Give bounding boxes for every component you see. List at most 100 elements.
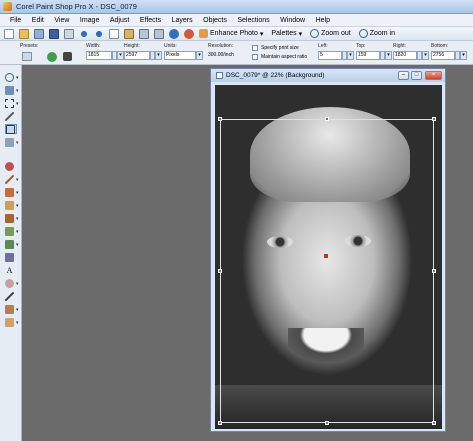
dropper-tool[interactable] (5, 112, 17, 122)
menu-file[interactable]: File (10, 17, 21, 24)
resolution-value: 300.00/inch (208, 52, 234, 58)
menu-effects[interactable]: Effects (140, 17, 161, 24)
crop-handle-top-left[interactable] (218, 117, 222, 121)
right-dropdown[interactable]: ▾ (422, 51, 429, 60)
eraser-tool[interactable]: ▾ (5, 240, 19, 250)
paint-brush-tool[interactable]: ▾ (5, 175, 19, 185)
menu-selections[interactable]: Selections (237, 17, 269, 24)
save-icon[interactable] (49, 28, 59, 39)
left-label: Left: (318, 43, 328, 49)
top-dropdown[interactable]: ▾ (385, 51, 392, 60)
zoom-out-button[interactable]: Zoom out (310, 29, 351, 38)
eraser-icon (5, 240, 14, 249)
palettes-button[interactable]: Palettes ▾ (271, 30, 302, 38)
copy-icon[interactable] (109, 28, 119, 39)
crop-handle-bottom-left[interactable] (218, 421, 222, 425)
smudge-tool[interactable] (5, 253, 17, 263)
picture-tube-tool[interactable]: ▾ (5, 318, 19, 328)
straighten-tool[interactable]: ▾ (5, 138, 19, 148)
crop-handle-left[interactable] (218, 269, 222, 273)
crop-handle-top[interactable] (325, 117, 329, 121)
resize-icon[interactable] (154, 28, 164, 39)
selection-tool[interactable]: ▾ (5, 99, 19, 109)
top-input[interactable]: 159 (356, 51, 380, 60)
menu-bar: File Edit View Image Adjust Effects Laye… (0, 14, 473, 27)
height-dropdown[interactable]: ▾ (155, 51, 162, 60)
airbrush-tool[interactable]: ▾ (5, 188, 19, 198)
width-input[interactable]: 1815 (86, 51, 112, 60)
preset-shape-tool[interactable]: ▾ (5, 279, 19, 289)
width-dropdown[interactable]: ▾ (117, 51, 124, 60)
crop-handle-bottom[interactable] (325, 421, 329, 425)
units-dropdown[interactable]: ▾ (196, 51, 203, 60)
browse-icon[interactable] (34, 28, 44, 39)
document-title: DSC_0079* @ 22% (Background) (226, 72, 325, 79)
info-icon[interactable] (169, 28, 179, 39)
pen-tool[interactable] (5, 292, 17, 302)
crop-handle-right[interactable] (432, 269, 436, 273)
units-select[interactable]: Pixels (164, 51, 196, 60)
crop-as-new-image-icon[interactable] (63, 52, 72, 61)
warp-brush-tool[interactable]: ▾ (5, 305, 19, 315)
text-tool[interactable]: A (5, 266, 17, 276)
menu-view[interactable]: View (54, 17, 69, 24)
left-dropdown[interactable]: ▾ (347, 51, 354, 60)
undo-icon[interactable] (79, 28, 89, 39)
menu-layers[interactable]: Layers (172, 17, 193, 24)
scratch-remover-tool[interactable]: ▾ (5, 214, 19, 224)
crop-handle-top-right[interactable] (432, 117, 436, 121)
new-file-icon[interactable] (4, 28, 14, 39)
pick-tool[interactable]: ▾ (5, 86, 19, 96)
print-icon[interactable] (64, 28, 74, 39)
bottom-dropdown[interactable]: ▾ (460, 51, 467, 60)
enhance-photo-button[interactable]: Enhance Photo ▾ (199, 29, 263, 38)
menu-help[interactable]: Help (316, 17, 330, 24)
enhance-photo-label: Enhance Photo (210, 30, 258, 37)
minimize-button[interactable]: – (398, 71, 409, 80)
airbrush-icon (5, 188, 14, 197)
zoom-tool-icon (5, 73, 14, 82)
maintain-aspect-ratio-checkbox[interactable] (252, 54, 258, 60)
bottom-input[interactable]: 2756 (431, 51, 455, 60)
app-logo-icon (3, 2, 12, 11)
close-button[interactable]: × (425, 71, 442, 80)
maintain-aspect-ratio-label: Maintain aspect ratio (261, 54, 308, 60)
menu-objects[interactable]: Objects (203, 17, 227, 24)
height-input[interactable]: 2597 (124, 51, 150, 60)
left-input[interactable]: 5 (318, 51, 342, 60)
height-label: Height: (124, 43, 140, 49)
apply-check-icon[interactable] (47, 52, 57, 62)
open-folder-icon[interactable] (19, 28, 29, 39)
selection-tool-icon (5, 99, 14, 108)
tool-options-bar: Presets: Width: 1815 ▾ Height: 2597 ▾ Un… (0, 41, 473, 65)
units-label: Units: (164, 43, 177, 49)
maximize-button[interactable]: □ (411, 71, 422, 80)
menu-adjust[interactable]: Adjust (110, 17, 129, 24)
tools-palette: ▾ ▾ ▾ ▾ ▾ ▾ ▾ ▾ ▾ ▾ A ▾ ▾ ▾ (0, 65, 22, 441)
crop-tool-icon (6, 125, 15, 134)
no-icon[interactable] (184, 28, 194, 39)
presets-dropdown[interactable] (22, 52, 32, 61)
crop-rectangle[interactable] (220, 119, 434, 423)
zoom-tool[interactable]: ▾ (5, 73, 19, 83)
redo-icon[interactable] (94, 28, 104, 39)
menu-window[interactable]: Window (280, 17, 305, 24)
enhance-photo-icon (199, 29, 208, 38)
top-label: Top: (356, 43, 366, 49)
specify-print-size-checkbox[interactable] (252, 45, 258, 51)
bottom-label: Bottom: (431, 43, 449, 49)
clone-brush-tool[interactable]: ▾ (5, 201, 19, 211)
menu-edit[interactable]: Edit (32, 17, 44, 24)
magnifier-icon (310, 29, 320, 38)
crop-center-handle[interactable] (324, 254, 328, 258)
crop-tool[interactable] (5, 124, 17, 134)
right-input[interactable]: 1820 (393, 51, 417, 60)
zoom-in-button[interactable]: Zoom in (358, 29, 395, 38)
menu-image[interactable]: Image (80, 17, 99, 24)
paste-icon[interactable] (124, 28, 134, 39)
dodge-tool[interactable]: ▾ (5, 227, 19, 237)
image-canvas[interactable] (215, 85, 442, 429)
red-eye-tool[interactable] (5, 162, 17, 172)
crop-handle-bottom-right[interactable] (432, 421, 436, 425)
crop-icon[interactable] (139, 28, 149, 39)
